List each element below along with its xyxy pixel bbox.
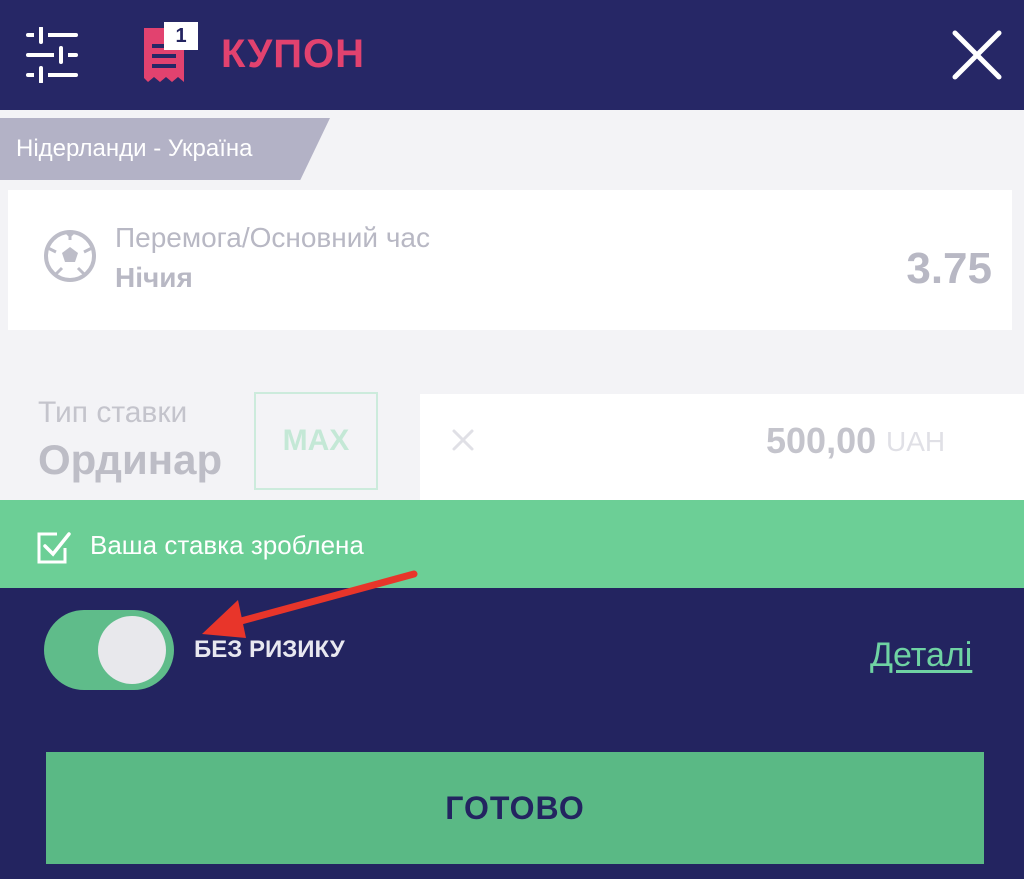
- bet-type-value[interactable]: Ординар: [38, 436, 222, 484]
- stake-currency: UAH: [886, 426, 946, 457]
- toggle-knob: [98, 616, 166, 684]
- coupon-count-badge: 1: [164, 22, 198, 50]
- no-risk-toggle[interactable]: [44, 610, 174, 690]
- bet-odds: 3.75: [906, 244, 992, 293]
- match-name: Нідерланди - Україна: [0, 118, 330, 180]
- coupon-title: КУПОН: [221, 32, 366, 76]
- done-button[interactable]: ГОТОВО: [46, 752, 984, 864]
- bet-selection: [8, 190, 1012, 330]
- filter-icon[interactable]: [26, 27, 78, 83]
- coupon-header: 1 КУПОН: [0, 0, 1024, 110]
- bet-market: Перемога/Основний час: [115, 222, 430, 253]
- clear-stake-icon[interactable]: [451, 428, 475, 452]
- bet-type-label: Тип ставки: [38, 396, 188, 429]
- red-arrow-icon: [202, 570, 418, 638]
- stake-amount: 500,00: [766, 420, 877, 461]
- bet-placed-message: Ваша ставка зроблена: [90, 530, 364, 560]
- close-icon[interactable]: [950, 28, 1004, 82]
- details-link[interactable]: Деталі: [870, 636, 972, 675]
- football-icon: [44, 230, 96, 282]
- checkbox-checked-icon: [37, 532, 71, 564]
- max-stake-button[interactable]: MAX: [254, 392, 378, 490]
- bet-pick: Нічия: [115, 262, 193, 293]
